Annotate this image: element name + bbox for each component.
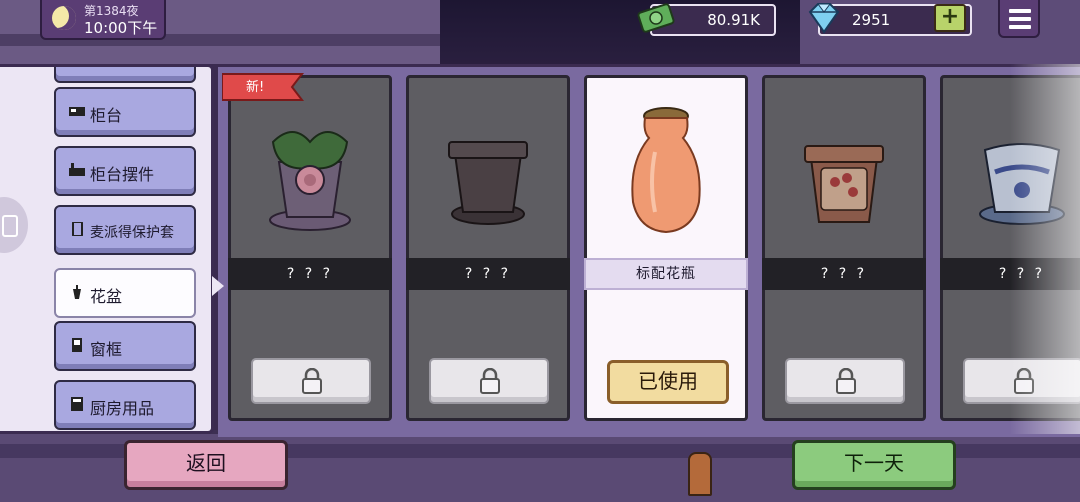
gem-value: 2951 bbox=[852, 11, 891, 29]
counter-decor-icon bbox=[69, 163, 85, 176]
kitchenware-icon bbox=[71, 397, 83, 411]
sidebar-item-counter-decor[interactable]: 柜台摆件 bbox=[54, 146, 196, 196]
item-name: ? ? ? bbox=[406, 258, 570, 290]
plain-pot-image bbox=[448, 141, 528, 225]
sidebar-item-label: 柜台 bbox=[90, 106, 123, 125]
blue-china-pot-image bbox=[979, 143, 1065, 225]
locked-button[interactable] bbox=[963, 358, 1080, 404]
lock-icon bbox=[480, 368, 500, 394]
next-day-button[interactable]: 下一天 bbox=[792, 440, 956, 490]
sidebar-scroll-handle[interactable] bbox=[0, 197, 28, 253]
active-category-pointer bbox=[212, 276, 224, 296]
back-button[interactable]: 返回 bbox=[124, 440, 288, 490]
sidebar-item-counter[interactable]: 柜台 bbox=[54, 87, 196, 137]
floral-pot-image bbox=[804, 145, 884, 223]
item-card-1[interactable]: ? ? ? bbox=[228, 75, 392, 421]
lock-icon bbox=[1014, 368, 1034, 394]
new-badge bbox=[222, 73, 305, 101]
locked-button[interactable] bbox=[785, 358, 905, 404]
rose-pot-image bbox=[269, 131, 351, 231]
money-value: 80.91K bbox=[707, 11, 760, 29]
sidebar-item-phone-case[interactable]: 麦派得保护套 bbox=[54, 205, 196, 255]
sidebar-item-kitchenware[interactable]: 厨房用品 bbox=[54, 380, 196, 430]
sidebar-item-label: 花盆 bbox=[90, 287, 123, 306]
moon-icon bbox=[52, 6, 76, 30]
time-display: 第1384夜 10:00下午 bbox=[40, 0, 166, 40]
item-card-4[interactable]: ? ? ? bbox=[762, 75, 926, 421]
item-name: ? ? ? bbox=[762, 258, 926, 290]
menu-button[interactable] bbox=[998, 0, 1040, 38]
diamond-icon bbox=[808, 3, 840, 34]
menu-icon bbox=[1009, 9, 1031, 13]
item-name: 标配花瓶 bbox=[584, 258, 748, 290]
fire-hydrant bbox=[688, 452, 712, 496]
counter-icon bbox=[69, 107, 85, 116]
orange-vase-image bbox=[631, 107, 701, 234]
flowerpot-icon bbox=[73, 285, 81, 299]
add-gems-button[interactable]: + bbox=[934, 4, 966, 32]
locked-button[interactable] bbox=[251, 358, 371, 404]
sidebar-item-label: 窗框 bbox=[90, 340, 123, 359]
window-frame-icon bbox=[72, 338, 82, 352]
lock-icon bbox=[302, 368, 322, 394]
sidebar-item-label: 麦派得保护套 bbox=[90, 225, 174, 241]
money-icon bbox=[637, 3, 675, 33]
new-badge-label: 新! bbox=[246, 80, 265, 95]
category-sidebar[interactable]: 柜台 柜台摆件 麦派得保护套 花盆 窗框 厨房用品 bbox=[0, 64, 214, 434]
item-card-3[interactable]: 标配花瓶 已使用 bbox=[584, 75, 748, 421]
sidebar-item-hidden[interactable] bbox=[54, 67, 196, 83]
phone-case-icon bbox=[72, 222, 83, 236]
item-name: ? ? ? bbox=[940, 258, 1080, 290]
in-use-button[interactable]: 已使用 bbox=[607, 360, 729, 404]
lock-icon bbox=[836, 368, 856, 394]
locked-button[interactable] bbox=[429, 358, 549, 404]
sidebar-item-window-frame[interactable]: 窗框 bbox=[54, 321, 196, 371]
item-card-2[interactable]: ? ? ? bbox=[406, 75, 570, 421]
item-card-5[interactable]: ? ? ? bbox=[940, 75, 1080, 421]
clock-time: 10:00下午 bbox=[84, 19, 158, 37]
sidebar-item-label: 厨房用品 bbox=[90, 399, 155, 418]
sidebar-item-label: 柜台摆件 bbox=[90, 165, 155, 184]
item-name: ? ? ? bbox=[228, 258, 392, 290]
sidebar-item-flowerpot[interactable]: 花盆 bbox=[54, 268, 196, 318]
